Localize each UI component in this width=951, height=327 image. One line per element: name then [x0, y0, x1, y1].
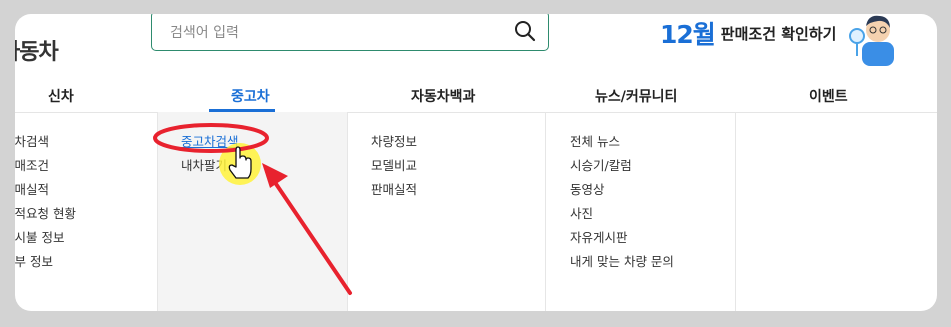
promo-month: 12월	[660, 20, 716, 49]
menu-item-sales-terms[interactable]: 판매조건	[15, 155, 49, 174]
main-tabs: 신차 중고차 자동차백과 뉴스/커뮤니티 이벤트	[15, 76, 937, 113]
tab-used-car[interactable]: 중고차	[231, 86, 270, 106]
mega-menu-panel: 자동차 검색어 입력 12월 판매조건 확인하기 신차 중고차 자동차백과 뉴스…	[15, 14, 937, 311]
menu-item-cash-info[interactable]: 실시불 정보	[15, 227, 64, 246]
tab-event[interactable]: 이벤트	[809, 86, 848, 106]
menu-item-new-car-search[interactable]: 신차검색	[15, 131, 49, 150]
tab-new-car[interactable]: 신차	[48, 86, 74, 106]
tab-news-community[interactable]: 뉴스/커뮤니티	[595, 86, 677, 106]
menu-item-all-news[interactable]: 전체 뉴스	[570, 131, 620, 150]
promo-banner[interactable]: 12월 판매조건 확인하기	[660, 16, 836, 50]
search-box[interactable]: 검색어 입력	[151, 14, 549, 51]
column-divider	[347, 112, 348, 311]
site-logo[interactable]: 자동차	[15, 34, 59, 66]
menu-item-vehicle-info[interactable]: 차량정보	[371, 131, 417, 150]
menu-item-used-car-search[interactable]: 중고차검색	[181, 131, 239, 150]
search-icon[interactable]	[514, 20, 536, 42]
menu-item-video[interactable]: 동영상	[570, 179, 605, 198]
menu-item-test-drive-column[interactable]: 시승기/칼럼	[570, 155, 632, 174]
column-divider	[735, 112, 736, 311]
menu-item-installment-info[interactable]: 할부 정보	[15, 251, 53, 270]
tab-encyclopedia[interactable]: 자동차백과	[411, 86, 475, 106]
menu-item-encyclopedia-sales-record[interactable]: 판매실적	[371, 179, 417, 198]
column-divider	[545, 112, 546, 311]
menu-item-photo[interactable]: 사진	[570, 203, 593, 222]
column-divider	[157, 112, 158, 311]
search-input[interactable]: 검색어 입력	[170, 22, 239, 42]
menu-item-car-inquiry[interactable]: 내게 맞는 차량 문의	[570, 251, 674, 270]
menu-item-quote-status[interactable]: 견적요청 현황	[15, 203, 76, 222]
menu-item-model-compare[interactable]: 모델비교	[371, 155, 417, 174]
menu-item-sell-my-car[interactable]: 내차팔기	[181, 155, 227, 174]
menu-item-free-board[interactable]: 자유게시판	[570, 227, 628, 246]
mascot-illustration	[849, 15, 894, 66]
promo-text: 판매조건 확인하기	[720, 24, 837, 43]
menu-item-sales-record[interactable]: 판매실적	[15, 179, 49, 198]
